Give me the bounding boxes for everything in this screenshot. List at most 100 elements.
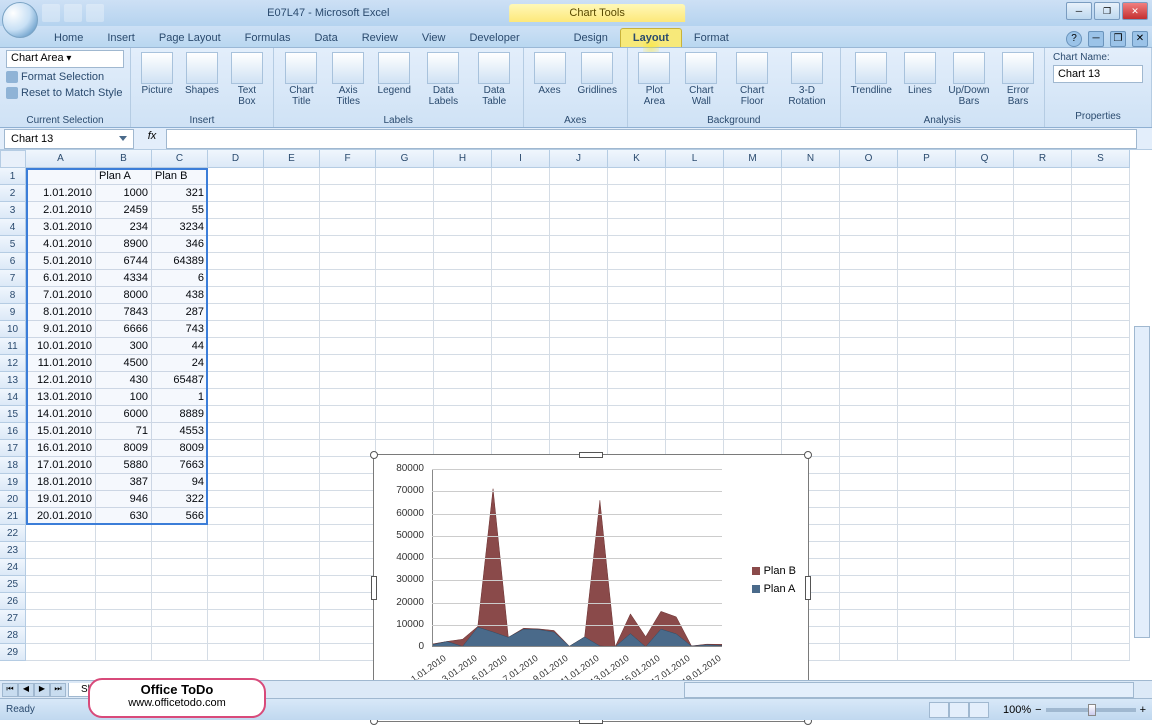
row-header-1[interactable]: 1 [0,168,26,185]
cell[interactable] [782,406,840,423]
cell[interactable]: 5880 [96,457,152,474]
row-header-14[interactable]: 14 [0,389,26,406]
cell[interactable] [782,304,840,321]
cell[interactable] [724,389,782,406]
cell[interactable] [956,627,1014,644]
cell[interactable] [840,559,898,576]
cell[interactable]: 9.01.2010 [26,321,96,338]
cell[interactable] [320,338,376,355]
tab-developer[interactable]: Developer [457,29,531,47]
cell[interactable] [550,287,608,304]
cell[interactable] [956,559,1014,576]
cell[interactable] [208,321,264,338]
cell[interactable] [96,644,152,661]
sheet-nav-first[interactable]: ⏮ [2,683,18,697]
cell[interactable]: 234 [96,219,152,236]
cell[interactable] [320,593,376,610]
row-header-25[interactable]: 25 [0,576,26,593]
cell[interactable] [264,389,320,406]
cell[interactable] [1072,253,1130,270]
cell[interactable] [608,253,666,270]
cell[interactable] [264,474,320,491]
cell[interactable] [320,270,376,287]
cell[interactable] [376,270,434,287]
cell[interactable]: 7663 [152,457,208,474]
cell[interactable]: 430 [96,372,152,389]
cell[interactable] [666,168,724,185]
cell[interactable] [320,644,376,661]
tab-review[interactable]: Review [350,29,410,47]
cell[interactable]: 300 [96,338,152,355]
column-header-h[interactable]: H [434,150,492,168]
picture-button[interactable]: Picture [137,50,177,98]
cell[interactable] [1014,559,1072,576]
cell[interactable] [1014,423,1072,440]
cell[interactable] [434,389,492,406]
cell[interactable] [724,355,782,372]
cell[interactable] [208,593,264,610]
cell[interactable] [898,644,956,661]
qat-undo-icon[interactable] [64,4,82,22]
cell[interactable] [1072,457,1130,474]
cell[interactable] [1072,559,1130,576]
cell[interactable] [666,321,724,338]
cell[interactable]: 8009 [96,440,152,457]
cell[interactable] [840,372,898,389]
cell[interactable] [898,304,956,321]
cell[interactable] [840,593,898,610]
cell[interactable] [898,610,956,627]
cell[interactable]: 71 [96,423,152,440]
cell[interactable] [264,610,320,627]
cell[interactable] [840,542,898,559]
column-header-k[interactable]: K [608,150,666,168]
cell[interactable] [840,355,898,372]
cell[interactable] [782,287,840,304]
cell[interactable] [208,423,264,440]
cell[interactable] [840,253,898,270]
name-box[interactable]: Chart 13 [4,129,134,149]
cell[interactable] [956,508,1014,525]
minimize-ribbon-button[interactable]: ─ [1088,31,1104,47]
row-header-9[interactable]: 9 [0,304,26,321]
cell[interactable] [264,491,320,508]
cell[interactable] [608,389,666,406]
cell[interactable] [208,338,264,355]
view-layout-button[interactable] [949,702,969,718]
data-table-button[interactable]: Data Table [472,50,517,109]
cell[interactable] [1014,389,1072,406]
sheet-nav-last[interactable]: ⏭ [50,683,66,697]
cell[interactable] [208,219,264,236]
cell[interactable] [152,644,208,661]
cell[interactable] [956,236,1014,253]
cell[interactable]: 4.01.2010 [26,236,96,253]
cell[interactable]: 94 [152,474,208,491]
cell[interactable] [264,321,320,338]
cell[interactable] [1072,202,1130,219]
close-button[interactable]: ✕ [1122,2,1148,20]
cell[interactable] [608,406,666,423]
cell[interactable] [956,576,1014,593]
formula-bar-expand[interactable] [1136,129,1150,149]
cell[interactable] [208,253,264,270]
cell[interactable] [898,219,956,236]
cell[interactable]: 65487 [152,372,208,389]
row-header-10[interactable]: 10 [0,321,26,338]
cell[interactable] [666,355,724,372]
cell[interactable] [320,304,376,321]
cell[interactable] [320,202,376,219]
column-header-i[interactable]: I [492,150,550,168]
cell[interactable] [96,610,152,627]
cell[interactable] [1072,321,1130,338]
cell[interactable]: 16.01.2010 [26,440,96,457]
cell[interactable] [666,236,724,253]
cell[interactable] [320,423,376,440]
cell[interactable] [492,236,550,253]
column-header-j[interactable]: J [550,150,608,168]
cell[interactable] [376,406,434,423]
cell[interactable] [264,525,320,542]
cell[interactable] [956,372,1014,389]
cell[interactable] [898,236,956,253]
row-header-28[interactable]: 28 [0,627,26,644]
cell[interactable] [666,270,724,287]
help-icon[interactable]: ? [1066,31,1082,47]
